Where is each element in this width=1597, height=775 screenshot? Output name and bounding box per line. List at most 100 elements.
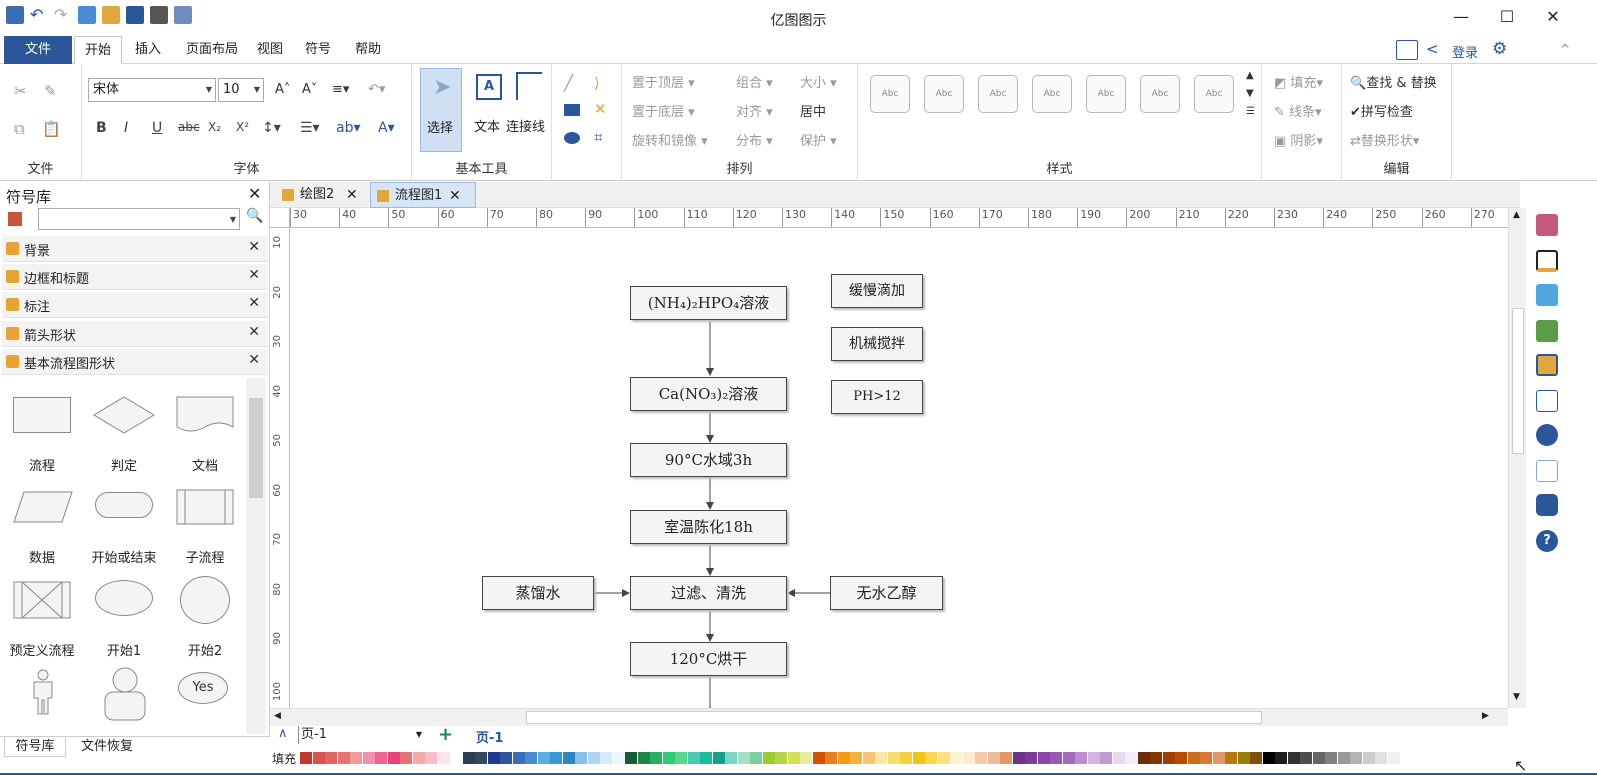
size-button[interactable]: 大小 ▾ [800,72,837,91]
flow-input-right[interactable]: 无水乙醇 [830,576,943,610]
protect-button[interactable]: 保护 ▾ [800,130,837,149]
color-swatch[interactable] [1137,752,1150,764]
color-swatch[interactable] [350,752,362,764]
text-tool-button[interactable]: A 文本 [466,68,508,152]
color-swatch[interactable] [987,752,1000,764]
page-select[interactable]: 页-1 ▼ [298,726,424,744]
font-size-select[interactable]: 10 ▼ [218,78,264,102]
page-panel-icon[interactable] [1536,390,1558,412]
line-spacing-icon[interactable]: ↕▾ [262,120,281,136]
shrink-font-icon[interactable]: A˅ [302,82,317,97]
color-swatch[interactable] [1275,752,1287,764]
style-preset-2[interactable]: Abc [924,75,964,113]
color-swatch[interactable] [1000,752,1012,764]
style-preset-5[interactable]: Abc [1086,75,1126,113]
color-swatch[interactable] [875,752,887,764]
tab-file-recovery[interactable]: 文件恢复 [74,737,140,757]
add-page-icon[interactable]: + [438,724,453,745]
distribute-button[interactable]: 分布 ▾ [736,130,773,149]
color-swatch[interactable] [712,752,725,764]
underline-icon[interactable]: U [152,120,162,136]
layers-panel-icon[interactable] [1536,354,1558,376]
replace-shape-button[interactable]: ⇄替换形状▾ [1350,130,1419,149]
flow-step-6[interactable]: 120°C烘干 [630,642,787,676]
color-swatch[interactable] [1237,752,1250,764]
color-swatch[interactable] [525,752,537,764]
flow-input-left[interactable]: 蒸馏水 [482,576,594,610]
page-tab[interactable]: 页-1 [476,727,503,746]
scroll-down-icon[interactable]: ▼ [1513,692,1520,702]
menu-page-layout[interactable]: 页面布局 [178,36,246,64]
point-icon[interactable]: ✕ [594,100,607,118]
paste-icon[interactable]: 📋 [42,120,61,138]
settings-icon[interactable]: ⚙ [1492,39,1507,59]
close-icon[interactable]: ✕ [248,267,260,283]
color-swatch[interactable] [700,752,712,764]
spell-check-button[interactable]: ✔拼写检查 [1350,101,1413,120]
doc-tab-drawing2[interactable]: 绘图2 ✕ [276,182,370,208]
share-icon[interactable] [1396,40,1418,60]
color-swatch[interactable] [1262,752,1275,764]
color-swatch[interactable] [1162,752,1175,764]
color-swatch[interactable] [1250,752,1262,764]
close-icon[interactable]: ✕ [449,183,461,209]
color-swatch[interactable] [725,752,737,764]
superscript-icon[interactable]: X² [236,120,249,134]
color-swatch[interactable] [1187,752,1200,764]
color-swatch[interactable] [1050,752,1062,764]
strikethrough-icon[interactable]: abc [178,120,200,134]
align-icon[interactable]: ≡▾ [332,82,349,97]
color-swatch[interactable] [487,752,500,764]
horizontal-scrollbar[interactable]: ◀ ▶ [270,708,1508,726]
color-swatch[interactable] [500,752,512,764]
color-swatch[interactable] [325,752,337,764]
color-swatch[interactable] [637,752,650,764]
color-swatch[interactable] [1375,752,1387,764]
color-swatch[interactable] [412,752,425,764]
color-swatch[interactable] [575,752,587,764]
color-swatch[interactable] [625,752,637,764]
maximize-button[interactable]: ☐ [1484,6,1530,28]
shadow-button[interactable]: ▣ 阴影▾ [1274,130,1323,149]
doc-tab-flowchart1[interactable]: 流程图1 ✕ [370,182,476,208]
close-icon[interactable]: ✕ [248,239,260,255]
color-swatch[interactable] [1175,752,1187,764]
tab-symbol-library[interactable]: 符号库 [4,737,66,757]
flow-step-2[interactable]: Ca(NO₃)₂溶液 [630,377,787,411]
rotate-mirror-button[interactable]: 旋转和镜像 ▾ [632,130,708,149]
styles-down-icon[interactable]: ▼ [1246,88,1254,99]
color-swatch[interactable] [862,752,875,764]
color-swatch[interactable] [1300,752,1312,764]
color-swatch[interactable] [950,752,962,764]
color-swatch[interactable] [912,752,925,764]
library-search-input[interactable]: ▼ [38,208,240,230]
hyperlink-panel-icon[interactable] [1536,424,1558,446]
copy-icon[interactable]: ⧉ [14,120,25,138]
scroll-thumb[interactable] [526,711,1262,724]
color-swatch[interactable] [737,752,750,764]
color-swatch[interactable] [1337,752,1350,764]
library-category-background[interactable]: 背景 ✕ [2,236,268,262]
color-swatch[interactable] [925,752,937,764]
color-swatch[interactable] [900,752,912,764]
image-panel-icon[interactable] [1536,320,1558,342]
color-swatch[interactable] [1062,752,1075,764]
collapse-ribbon-icon[interactable]: ^ [1560,42,1570,56]
color-swatch[interactable] [1362,752,1375,764]
color-swatch[interactable] [812,752,825,764]
rectangle-icon[interactable] [564,104,580,116]
close-library-icon[interactable]: ✕ [248,184,261,203]
color-swatch[interactable] [1075,752,1087,764]
color-swatch[interactable] [1287,752,1300,764]
comment-panel-icon[interactable] [1536,494,1558,516]
color-swatch[interactable] [1087,752,1100,764]
align-button[interactable]: 对齐 ▾ [736,101,773,120]
scroll-thumb[interactable] [1512,308,1524,454]
select-tool-button[interactable]: ➤ 选择 [420,68,462,152]
color-swatch[interactable] [1012,752,1025,764]
color-swatch[interactable] [1387,752,1400,764]
cut-icon[interactable]: ✂ [14,82,27,100]
help-icon[interactable]: ? [1536,530,1558,552]
color-swatch[interactable] [687,752,700,764]
color-swatch[interactable] [475,752,487,764]
